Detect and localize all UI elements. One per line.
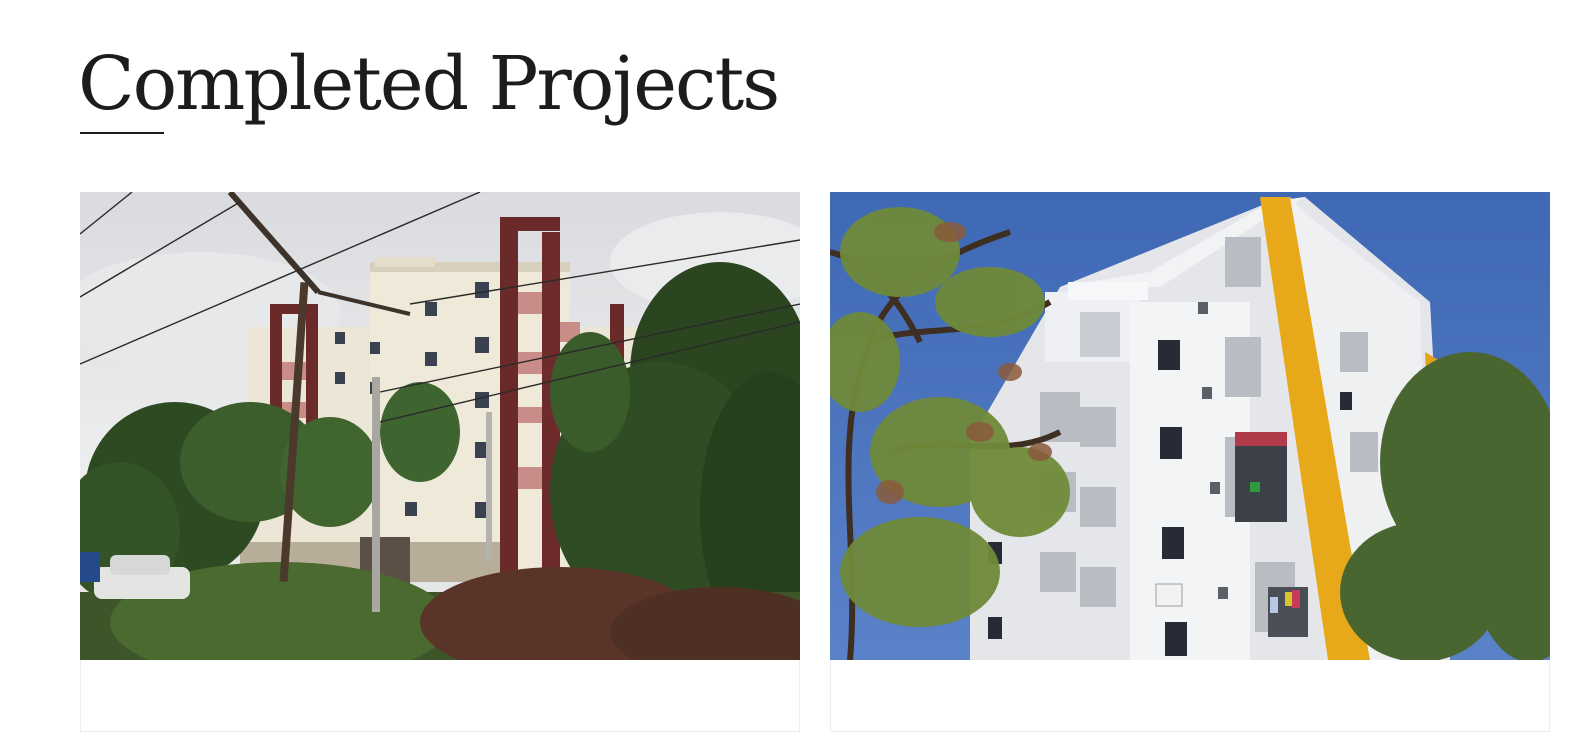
project-card[interactable] bbox=[830, 192, 1550, 732]
title-underline bbox=[80, 132, 164, 134]
project-card[interactable] bbox=[80, 192, 800, 732]
project-photo[interactable] bbox=[830, 192, 1550, 660]
section-title: Completed Projects bbox=[78, 41, 780, 127]
building-photo-image bbox=[80, 192, 800, 660]
project-photo[interactable] bbox=[80, 192, 800, 660]
building-photo-image bbox=[830, 192, 1550, 660]
